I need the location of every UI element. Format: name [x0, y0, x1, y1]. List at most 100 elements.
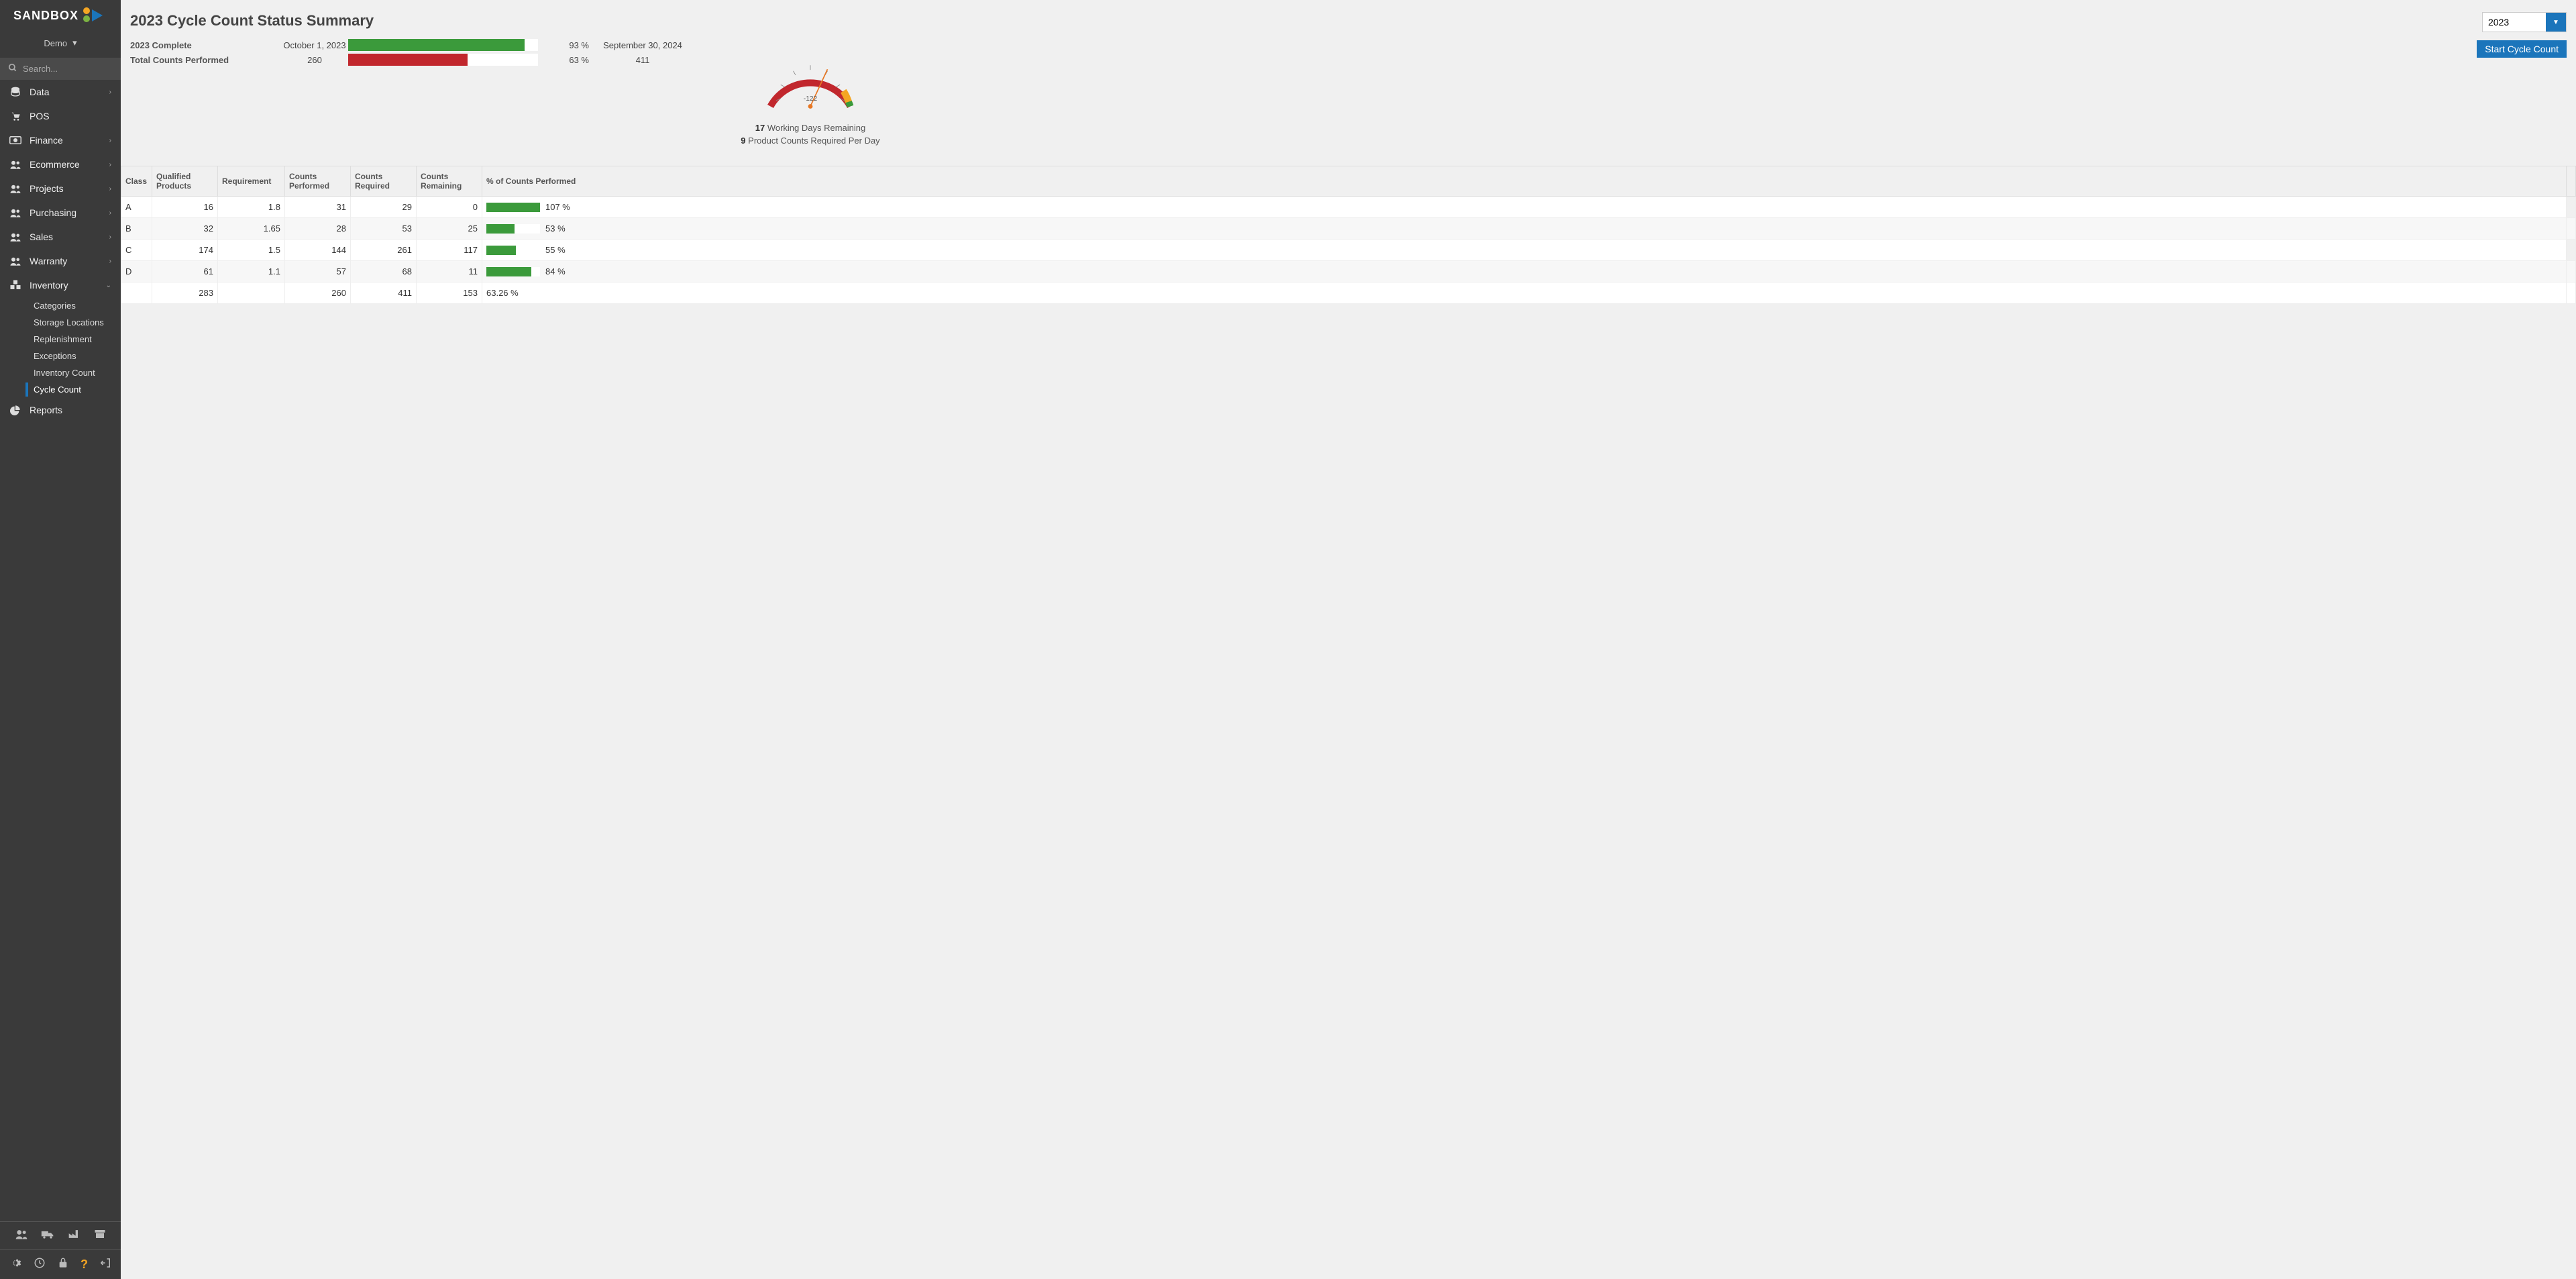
- summary-value: 260: [281, 55, 348, 65]
- nav-label: POS: [30, 111, 50, 121]
- table-row[interactable]: A161.831290107 %: [121, 197, 2576, 218]
- chevron-down-icon: ▾: [72, 38, 77, 48]
- search-icon: [8, 63, 17, 74]
- nav-pos[interactable]: POS: [0, 104, 121, 128]
- cell-pct: 84 %: [482, 261, 2567, 283]
- nav-label: Reports: [30, 405, 62, 415]
- table-row[interactable]: B321.6528532553 %: [121, 218, 2576, 240]
- nav-sales[interactable]: Sales ›: [0, 225, 121, 249]
- nav-label: Inventory: [30, 280, 68, 291]
- subnav-categories[interactable]: Categories: [0, 297, 121, 314]
- nav-ecommerce[interactable]: Ecommerce ›: [0, 152, 121, 176]
- nav-label: Purchasing: [30, 207, 76, 218]
- nav-warranty[interactable]: Warranty ›: [0, 249, 121, 273]
- progress-bar-complete: [348, 39, 538, 51]
- clock-icon[interactable]: [34, 1257, 46, 1272]
- industry-icon[interactable]: [68, 1229, 81, 1243]
- sidebar: SANDBOX Demo ▾ Data ›: [0, 0, 121, 1279]
- lock-icon[interactable]: [58, 1257, 68, 1272]
- cell-requirement: 1.1: [218, 261, 285, 283]
- progress-bar-total: [348, 54, 538, 66]
- database-icon: [9, 87, 21, 97]
- chevron-right-icon: ›: [109, 89, 111, 96]
- summary-label: Total Counts Performed: [130, 55, 281, 65]
- nav: Data › POS Finance › Ecommerce › Project…: [0, 80, 121, 1221]
- bottom-icon-row-2: ?: [0, 1249, 121, 1279]
- cell-remaining: 117: [417, 240, 482, 261]
- main: 2023 Cycle Count Status Summary 2023 Com…: [121, 0, 2576, 1279]
- chevron-right-icon: ›: [109, 209, 111, 217]
- cell-pct: 107 %: [482, 197, 2567, 218]
- cycle-count-table: Class Qualified Products Requirement Cou…: [121, 166, 2576, 304]
- logout-icon[interactable]: [100, 1257, 112, 1272]
- nav-purchasing[interactable]: Purchasing ›: [0, 201, 121, 225]
- gauge-block: -122 17 Working Days Remaining 9 Product…: [723, 38, 898, 146]
- subnav-replenishment[interactable]: Replenishment: [0, 331, 121, 348]
- th-required[interactable]: Counts Required: [351, 166, 417, 197]
- subnav-cycle-count[interactable]: Cycle Count: [0, 381, 121, 398]
- users-icon[interactable]: [15, 1229, 28, 1243]
- cart-icon: [9, 111, 21, 121]
- cell-total-qualified: 283: [152, 283, 218, 304]
- chevron-right-icon: ›: [109, 258, 111, 265]
- cell-total-performed: 260: [285, 283, 351, 304]
- nav-finance[interactable]: Finance ›: [0, 128, 121, 152]
- users-icon: [9, 208, 21, 217]
- users-icon: [9, 256, 21, 266]
- cell-remaining: 0: [417, 197, 482, 218]
- start-cycle-count-button[interactable]: Start Cycle Count: [2477, 40, 2567, 58]
- summary-extra: 411: [602, 55, 683, 65]
- cell-required: 29: [351, 197, 417, 218]
- cell-qualified: 61: [152, 261, 218, 283]
- summary-row-total: Total Counts Performed 260 63 % 411: [130, 52, 683, 67]
- truck-icon[interactable]: [41, 1229, 54, 1243]
- users-icon: [9, 160, 21, 169]
- cell-requirement: 1.65: [218, 218, 285, 240]
- year-select[interactable]: ▼: [2482, 12, 2567, 32]
- cell-qualified: 32: [152, 218, 218, 240]
- th-class[interactable]: Class: [121, 166, 152, 197]
- nav-label: Projects: [30, 183, 64, 194]
- nav-projects[interactable]: Projects ›: [0, 176, 121, 201]
- nav-inventory[interactable]: Inventory ⌄: [0, 273, 121, 297]
- tenant-menu[interactable]: Demo ▾: [0, 31, 121, 58]
- gear-icon[interactable]: [9, 1257, 21, 1272]
- cell-class: D: [121, 261, 152, 283]
- users-icon: [9, 184, 21, 193]
- archive-icon[interactable]: [94, 1229, 106, 1243]
- th-remaining[interactable]: Counts Remaining: [417, 166, 482, 197]
- help-icon[interactable]: ?: [80, 1258, 88, 1272]
- cell-performed: 31: [285, 197, 351, 218]
- th-requirement[interactable]: Requirement: [218, 166, 285, 197]
- table-row[interactable]: D611.157681184 %: [121, 261, 2576, 283]
- gauge-line-2: 9 Product Counts Required Per Day: [723, 136, 898, 146]
- summary-label: 2023 Complete: [130, 40, 281, 50]
- cell-remaining: 11: [417, 261, 482, 283]
- th-performed[interactable]: Counts Performed: [285, 166, 351, 197]
- nav-data[interactable]: Data ›: [0, 80, 121, 104]
- mini-progress-bar: [486, 267, 540, 276]
- chevron-right-icon: ›: [109, 137, 111, 144]
- cell-required: 261: [351, 240, 417, 261]
- cell-performed: 57: [285, 261, 351, 283]
- chevron-right-icon: ›: [109, 161, 111, 168]
- table-row[interactable]: C1741.514426111755 %: [121, 240, 2576, 261]
- cell-qualified: 16: [152, 197, 218, 218]
- cell-pct: 53 %: [482, 218, 2567, 240]
- bottom-icon-row-1: [0, 1221, 121, 1249]
- cell-requirement: 1.5: [218, 240, 285, 261]
- users-icon: [9, 232, 21, 242]
- cell-required: 68: [351, 261, 417, 283]
- nav-label: Sales: [30, 232, 53, 242]
- subnav-storage-locations[interactable]: Storage Locations: [0, 314, 121, 331]
- subnav-exceptions[interactable]: Exceptions: [0, 348, 121, 364]
- th-pct-performed[interactable]: % of Counts Performed: [482, 166, 2567, 197]
- year-input[interactable]: [2483, 13, 2546, 32]
- summary-value: October 1, 2023: [281, 40, 348, 50]
- summary-pct: 93 %: [557, 40, 589, 50]
- subnav-inventory-count[interactable]: Inventory Count: [0, 364, 121, 381]
- dropdown-toggle[interactable]: ▼: [2546, 13, 2566, 32]
- nav-reports[interactable]: Reports: [0, 398, 121, 422]
- cell-pct: 55 %: [482, 240, 2567, 261]
- th-qualified[interactable]: Qualified Products: [152, 166, 218, 197]
